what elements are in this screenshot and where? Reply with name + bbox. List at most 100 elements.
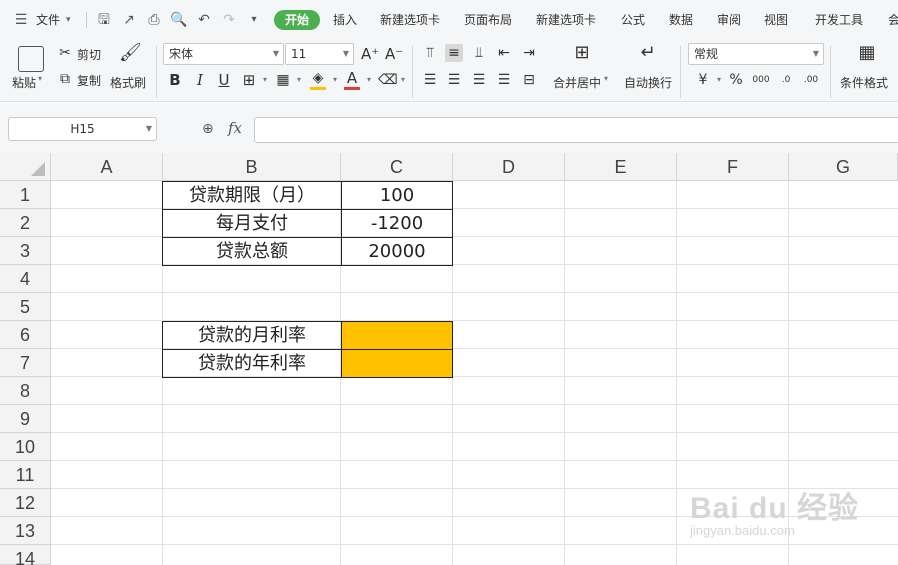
cell-b6[interactable]: 贷款的月利率 [162, 321, 342, 350]
row-header-2[interactable]: 2 [0, 209, 51, 237]
align-middle-icon[interactable]: ≡ [445, 44, 463, 62]
tab-data[interactable]: 数据 [667, 10, 695, 30]
cell-c3[interactable]: 20000 [341, 237, 453, 266]
chevron-down-icon[interactable]: ▾ [394, 71, 412, 89]
format-painter-icon[interactable]: 🖌 [119, 44, 142, 62]
customize-toolbar-icon[interactable]: ▾ [245, 10, 263, 30]
row-header-9[interactable]: 9 [0, 405, 51, 433]
file-menu[interactable]: 文件 [36, 10, 60, 30]
tab-developer[interactable]: 开发工具 [813, 10, 865, 30]
fill-color-icon[interactable]: ◈ [309, 69, 327, 87]
font-name-select[interactable]: 宋体 ▼ [163, 43, 284, 65]
row-header-4[interactable]: 4 [0, 265, 51, 293]
select-all-corner[interactable] [0, 153, 51, 181]
wrap-text-icon[interactable]: ↵ [639, 44, 657, 62]
paste-button[interactable]: 粘贴 [12, 74, 36, 91]
align-left-icon[interactable]: ☰ [421, 71, 439, 89]
zoom-icon[interactable]: ⊕ [202, 121, 214, 137]
tab-home[interactable]: 开始 [274, 10, 321, 30]
conditional-format-icon[interactable]: ▦ [858, 44, 876, 62]
column-header-b[interactable]: B [163, 153, 341, 181]
cell-c2[interactable]: -1200 [341, 209, 453, 238]
indent-icon[interactable]: ⇥ [520, 44, 538, 62]
formula-input[interactable] [254, 117, 898, 143]
chevron-down-icon[interactable]: ▾ [38, 74, 42, 83]
chevron-down-icon[interactable]: ▾ [604, 74, 608, 83]
cut-button[interactable]: 剪切 [77, 46, 101, 63]
tab-view[interactable]: 视图 [762, 10, 790, 30]
export-icon[interactable]: ↗ [120, 10, 138, 30]
cell-c7[interactable] [341, 349, 453, 378]
column-header-c[interactable]: C [341, 153, 453, 181]
row-header-5[interactable]: 5 [0, 293, 51, 321]
row-header-7[interactable]: 7 [0, 349, 51, 377]
paste-icon[interactable] [18, 46, 44, 72]
increase-font-icon[interactable]: A⁺ [361, 45, 379, 63]
print-preview-icon[interactable]: 🔍 [170, 10, 188, 30]
align-bottom-icon[interactable]: ⫫ [470, 44, 488, 62]
wrap-text-button[interactable]: 自动换行 [624, 74, 672, 91]
chevron-down-icon[interactable]: ▾ [326, 71, 344, 89]
chevron-down-icon[interactable]: ▾ [710, 71, 728, 89]
cell-b7[interactable]: 贷款的年利率 [162, 349, 342, 378]
outdent-icon[interactable]: ⇤ [495, 44, 513, 62]
row-header-6[interactable]: 6 [0, 321, 51, 349]
format-painter-button[interactable]: 格式刷 [110, 74, 146, 91]
row-header-10[interactable]: 10 [0, 433, 51, 461]
tab-review[interactable]: 审阅 [715, 10, 743, 30]
cell-c6[interactable] [341, 321, 453, 350]
chevron-down-icon[interactable]: ▾ [290, 71, 308, 89]
row-header-14[interactable]: 14 [0, 545, 51, 565]
column-header-e[interactable]: E [565, 153, 677, 181]
tab-formulas[interactable]: 公式 [619, 10, 647, 30]
cell-b2[interactable]: 每月支付 [162, 209, 342, 238]
chevron-down-icon[interactable]: ▾ [66, 10, 71, 30]
row-header-13[interactable]: 13 [0, 517, 51, 545]
font-color-icon[interactable]: A [343, 69, 361, 87]
scissors-icon[interactable]: ✂ [56, 44, 74, 62]
distribute-icon[interactable]: ⊟ [520, 71, 538, 89]
percent-icon[interactable]: % [727, 71, 745, 89]
save-icon[interactable]: 🖫 [95, 10, 113, 30]
font-size-select[interactable]: 11 ▼ [285, 43, 354, 65]
align-center-icon[interactable]: ☰ [445, 71, 463, 89]
tab-page-layout[interactable]: 页面布局 [462, 10, 514, 30]
tab-member[interactable]: 会 [886, 10, 898, 30]
row-header-8[interactable]: 8 [0, 377, 51, 405]
justify-icon[interactable]: ☰ [495, 71, 513, 89]
merge-center-icon[interactable]: ⊞ [573, 44, 591, 62]
row-header-11[interactable]: 11 [0, 461, 51, 489]
column-header-f[interactable]: F [677, 153, 789, 181]
name-box[interactable]: H15 ▼ [8, 117, 157, 141]
increase-decimal-icon[interactable]: .0 [777, 71, 795, 89]
align-right-icon[interactable]: ☰ [470, 71, 488, 89]
chevron-down-icon[interactable]: ▾ [360, 71, 378, 89]
italic-icon[interactable]: I [191, 71, 209, 89]
conditional-format-button[interactable]: 条件格式 [840, 74, 888, 91]
row-header-1[interactable]: 1 [0, 181, 51, 209]
underline-icon[interactable]: U [215, 71, 233, 89]
row-header-12[interactable]: 12 [0, 489, 51, 517]
insert-function-button[interactable]: fx [228, 119, 242, 137]
decrease-decimal-icon[interactable]: .00 [802, 71, 820, 89]
row-header-3[interactable]: 3 [0, 237, 51, 265]
column-header-a[interactable]: A [51, 153, 163, 181]
column-header-d[interactable]: D [453, 153, 565, 181]
tab-insert[interactable]: 插入 [331, 10, 359, 30]
merge-center-button[interactable]: 合并居中 [553, 74, 601, 91]
copy-icon[interactable]: ⧉ [56, 70, 74, 88]
thousands-icon[interactable]: 000 [752, 71, 770, 89]
hamburger-menu-icon[interactable]: ☰ [12, 10, 30, 30]
bold-icon[interactable]: B [166, 71, 184, 89]
align-top-icon[interactable]: ⫪ [421, 44, 439, 62]
column-header-g[interactable]: G [789, 153, 898, 181]
decrease-font-icon[interactable]: A⁻ [385, 45, 403, 63]
number-format-select[interactable]: 常规 ▼ [688, 43, 824, 65]
print-icon[interactable]: ⎙ [145, 10, 163, 30]
tab-new-1[interactable]: 新建选项卡 [378, 10, 442, 30]
cell-b1[interactable]: 贷款期限（月） [162, 181, 342, 210]
redo-icon[interactable]: ↷ [220, 10, 238, 30]
undo-icon[interactable]: ↶ [195, 10, 213, 30]
cell-b3[interactable]: 贷款总额 [162, 237, 342, 266]
copy-button[interactable]: 复制 [77, 72, 101, 89]
